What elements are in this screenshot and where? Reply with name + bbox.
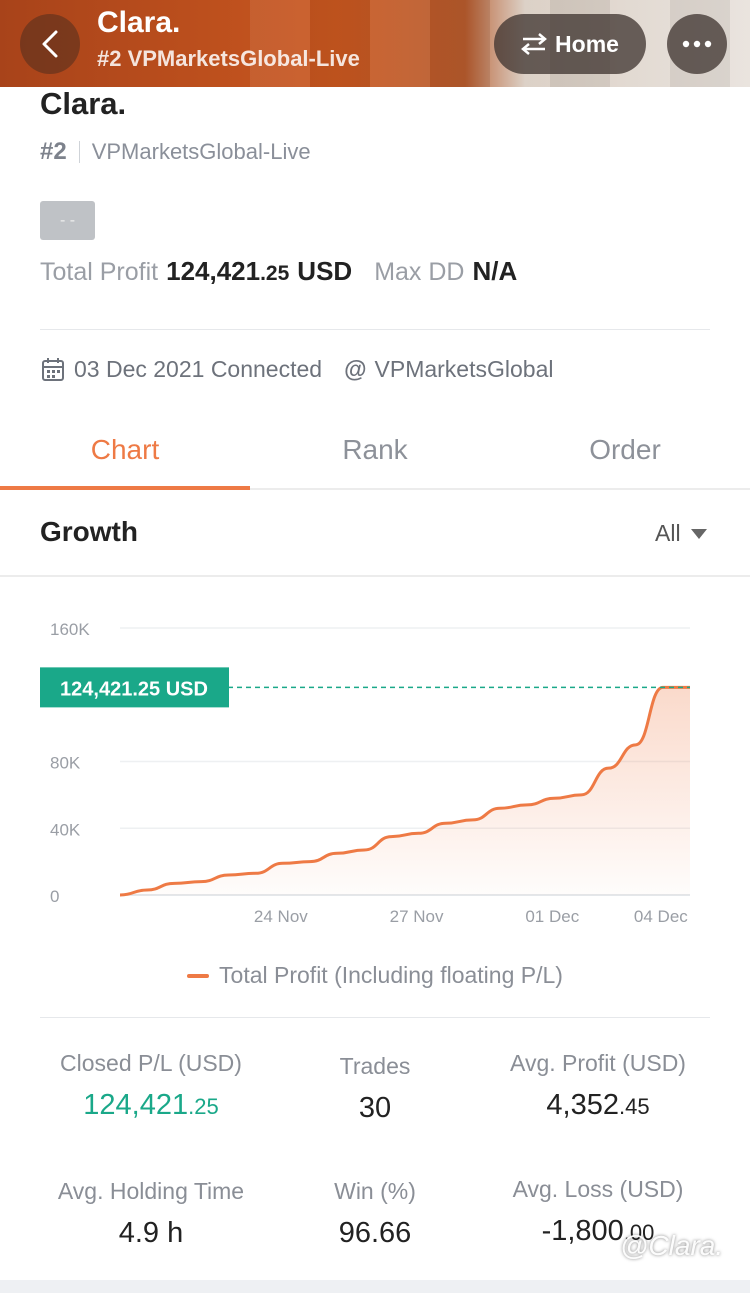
stat-closed-pl: Closed P/L (USD) 124,421.25 — [40, 1050, 262, 1122]
top-nav-bar: Clara. #2 VPMarketsGlobal-Live Home — [0, 0, 750, 87]
stat-value: 4.9 h — [118, 1217, 184, 1249]
home-button-label: Home — [555, 30, 619, 57]
broker-name: VPMarketsGlobal — [374, 356, 554, 382]
total-profit-label: Total Profit — [40, 258, 159, 286]
stat-label: Trades — [339, 1053, 411, 1079]
stat-trades: Trades 30 — [300, 1053, 450, 1125]
swap-arrows-icon — [521, 33, 547, 55]
bottom-strip — [0, 1280, 750, 1293]
x-tick-label: 27 Nov — [390, 907, 444, 926]
more-options-button[interactable] — [667, 14, 727, 74]
chevron-left-icon — [42, 30, 58, 58]
stat-win-rate: Win (%) 96.66 — [300, 1178, 450, 1250]
stat-value: 4,352.45 — [546, 1089, 650, 1121]
level-badge: - - — [40, 201, 95, 240]
legend-swatch — [187, 973, 210, 978]
tab-bar: Chart Rank Order — [0, 412, 750, 490]
stat-label: Closed P/L (USD) — [60, 1050, 242, 1076]
section-divider — [0, 575, 750, 577]
at-icon: @ — [344, 356, 367, 382]
max-dd-label: Max DD — [374, 258, 465, 286]
home-button[interactable]: Home — [494, 14, 646, 74]
stat-avg-profit: Avg. Profit (USD) 4,352.45 — [488, 1050, 708, 1122]
marker-label: 124,421.25 USD — [60, 678, 208, 700]
tab-chart[interactable]: Chart — [0, 412, 250, 490]
section-divider — [40, 329, 710, 330]
total-profit-unit: USD — [297, 256, 353, 286]
nav-title: Clara. — [97, 6, 181, 39]
growth-range-dropdown[interactable]: All — [655, 520, 707, 547]
rank-divider — [78, 141, 80, 163]
series-area — [120, 687, 690, 895]
account-meta: 03 Dec 2021 Connected @ VPMarketsGlobal — [40, 356, 553, 383]
tab-order[interactable]: Order — [500, 412, 750, 488]
chart-legend: Total Profit (Including floating P/L) — [0, 962, 750, 989]
connected-date: 03 Dec 2021 Connected — [74, 356, 323, 382]
nav-subtitle: #2 VPMarketsGlobal-Live — [97, 46, 360, 71]
y-tick-label: 0 — [50, 887, 59, 906]
profit-summary: Total Profit 124,421.25 USD Max DD N/A — [40, 256, 517, 287]
x-tick-label: 04 Dec — [634, 907, 688, 926]
y-tick-label: 40K — [50, 820, 81, 839]
stat-value: 96.66 — [338, 1217, 412, 1249]
server-name: VPMarketsGlobal-Live — [91, 139, 311, 164]
max-dd-value: N/A — [472, 256, 518, 286]
caret-down-icon — [690, 528, 707, 539]
section-divider — [40, 1017, 710, 1018]
stat-value: 124,421.25 — [83, 1089, 219, 1121]
stat-value: 30 — [358, 1092, 392, 1124]
stat-avg-holding-time: Avg. Holding Time 4.9 h — [40, 1178, 262, 1250]
watermark-text: @Clara. — [620, 1230, 724, 1261]
stat-label: Avg. Profit (USD) — [510, 1050, 686, 1076]
back-button[interactable] — [20, 14, 80, 74]
stat-label: Avg. Holding Time — [57, 1178, 245, 1204]
stat-label: Avg. Loss (USD) — [512, 1176, 684, 1202]
tab-rank[interactable]: Rank — [250, 412, 500, 488]
growth-range-value: All — [655, 520, 681, 546]
x-tick-label: 24 Nov — [254, 907, 308, 926]
rank-number: #2 — [40, 138, 67, 165]
calendar-icon — [42, 357, 64, 381]
total-profit-value: 124,421.25 — [166, 256, 290, 286]
profile-name: Clara. — [40, 86, 127, 121]
growth-title: Growth — [40, 516, 138, 547]
rank-line: #2 VPMarketsGlobal-Live — [40, 138, 311, 166]
y-tick-label: 160K — [50, 620, 90, 639]
legend-label: Total Profit (Including floating P/L) — [219, 962, 563, 988]
x-tick-label: 01 Dec — [525, 907, 579, 926]
y-tick-label: 80K — [50, 754, 81, 773]
more-dots-icon — [682, 40, 712, 48]
stat-label: Win (%) — [334, 1178, 416, 1204]
growth-chart: 160K 80K 40K 0 24 Nov 27 Nov 01 Dec 04 Dec 124,… — [40, 620, 690, 926]
